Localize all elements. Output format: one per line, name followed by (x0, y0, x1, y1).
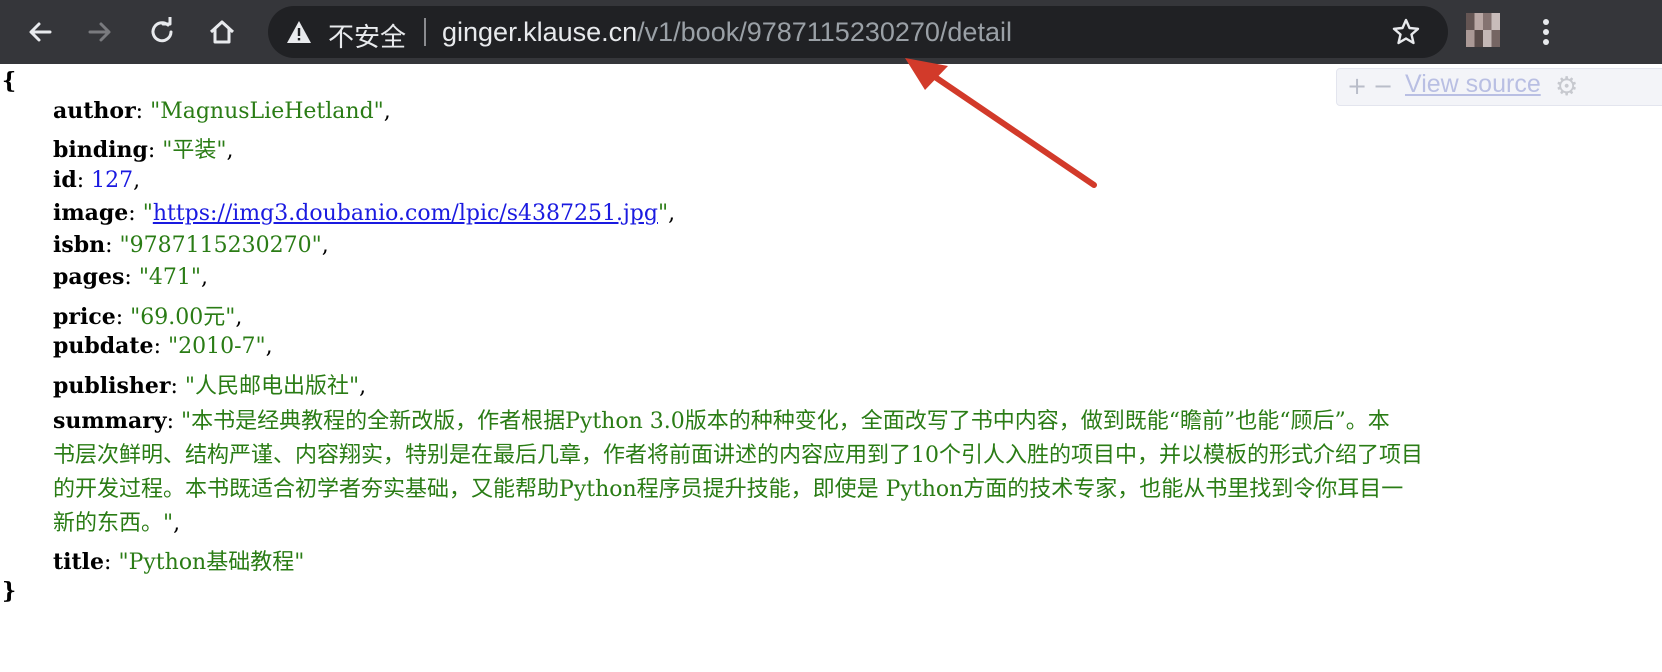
bookmark-button[interactable] (1386, 12, 1426, 52)
json-string-value: "Python基础教程" (118, 550, 305, 575)
json-string-value: "平装" (162, 138, 227, 163)
gear-icon[interactable]: ⚙ (1555, 72, 1578, 102)
json-string-value: "9787115230270" (119, 233, 322, 258)
json-key: pubdate (53, 333, 154, 359)
url-text[interactable]: ginger.klause.cn/v1/book/9787115230270/d… (442, 17, 1012, 48)
json-string-value: "人民邮电出版社" (184, 374, 360, 399)
json-key: author (53, 98, 136, 124)
json-close-brace: } (2, 578, 17, 604)
home-icon (209, 20, 235, 44)
address-bar[interactable]: 不安全 ginger.klause.cn/v1/book/97871152302… (268, 6, 1448, 58)
reload-icon (151, 17, 173, 43)
json-row-pages: pages: "471", (53, 264, 209, 290)
json-open-brace: { (2, 68, 17, 94)
json-key: pages (53, 264, 125, 290)
view-source-link[interactable]: View source (1405, 70, 1541, 99)
json-row-id: id: 127, (53, 167, 141, 193)
menu-button[interactable] (1526, 12, 1566, 52)
omnibox-divider (424, 18, 426, 46)
collapse-all-button[interactable]: − (1373, 72, 1393, 100)
json-row-pubdate: pubdate: "2010-7", (53, 333, 273, 359)
json-row-title: title: "Python基础教程" (53, 549, 305, 575)
json-key: price (53, 304, 116, 330)
json-key: summary (53, 408, 167, 434)
json-string-value: "MagnusLieHetland" (150, 99, 384, 124)
arrow-right-icon (88, 22, 111, 42)
browser-toolbar: 不安全 ginger.klause.cn/v1/book/97871152302… (0, 0, 1662, 64)
json-viewer-toolbar: + − View source ⚙ (1336, 68, 1662, 106)
url-host: ginger.klause.cn (442, 17, 638, 47)
security-status-label[interactable]: 不安全 (328, 17, 406, 54)
forward-button[interactable] (80, 12, 120, 52)
json-string-value: "471" (138, 265, 202, 290)
json-row-author: author: "MagnusLieHetland", (53, 98, 391, 124)
summary-line-2: 书层次鲜明、结构严谨、内容翔实，特别是在最后几章，作者将前面讲述的内容应用到了1… (53, 443, 1423, 468)
home-button[interactable] (202, 12, 242, 52)
profile-avatar[interactable] (1466, 13, 1500, 47)
json-row-price: price: "69.00元", (53, 304, 243, 330)
summary-line-4: 新的东西。", (53, 511, 181, 536)
json-string-value: "本书是经典教程的全新改版，作者根据Python 3.0版本的种种变化，全面改写… (180, 409, 1390, 434)
json-key: binding (53, 137, 148, 163)
json-string-value: "69.00元" (130, 305, 236, 330)
json-row-summary: summary: "本书是经典教程的全新改版，作者根据Python 3.0版本的… (53, 404, 1583, 541)
warning-icon[interactable] (286, 20, 312, 44)
more-vert-icon (1543, 19, 1549, 45)
summary-line-1: summary: "本书是经典教程的全新改版，作者根据Python 3.0版本的… (53, 408, 1390, 434)
json-key: image (53, 200, 129, 226)
json-row-binding: binding: "平装", (53, 137, 234, 163)
json-row-isbn: isbn: "9787115230270", (53, 232, 329, 258)
json-key: isbn (53, 232, 106, 258)
arrow-left-icon (29, 22, 52, 42)
star-icon (1392, 18, 1420, 45)
json-row-image: image: "https://img3.doubanio.com/lpic/s… (53, 200, 676, 226)
expand-all-button[interactable]: + (1347, 72, 1367, 100)
json-string-value: 新的东西。" (53, 511, 174, 536)
json-number-value: 127 (91, 168, 134, 193)
reload-button[interactable] (142, 12, 182, 52)
json-key: id (53, 167, 77, 193)
url-path: /v1/book/9787115230270/detail (637, 17, 1012, 47)
json-string-value: "2010-7" (167, 334, 266, 359)
image-url-link[interactable]: https://img3.doubanio.com/lpic/s4387251.… (153, 201, 658, 226)
json-key: publisher (53, 373, 171, 399)
back-button[interactable] (20, 12, 60, 52)
json-key: title (53, 549, 105, 575)
summary-line-3: 的开发过程。本书既适合初学者夯实基础，又能帮助Python程序员提升技能，即使是… (53, 477, 1404, 502)
json-row-publisher: publisher: "人民邮电出版社", (53, 373, 367, 399)
